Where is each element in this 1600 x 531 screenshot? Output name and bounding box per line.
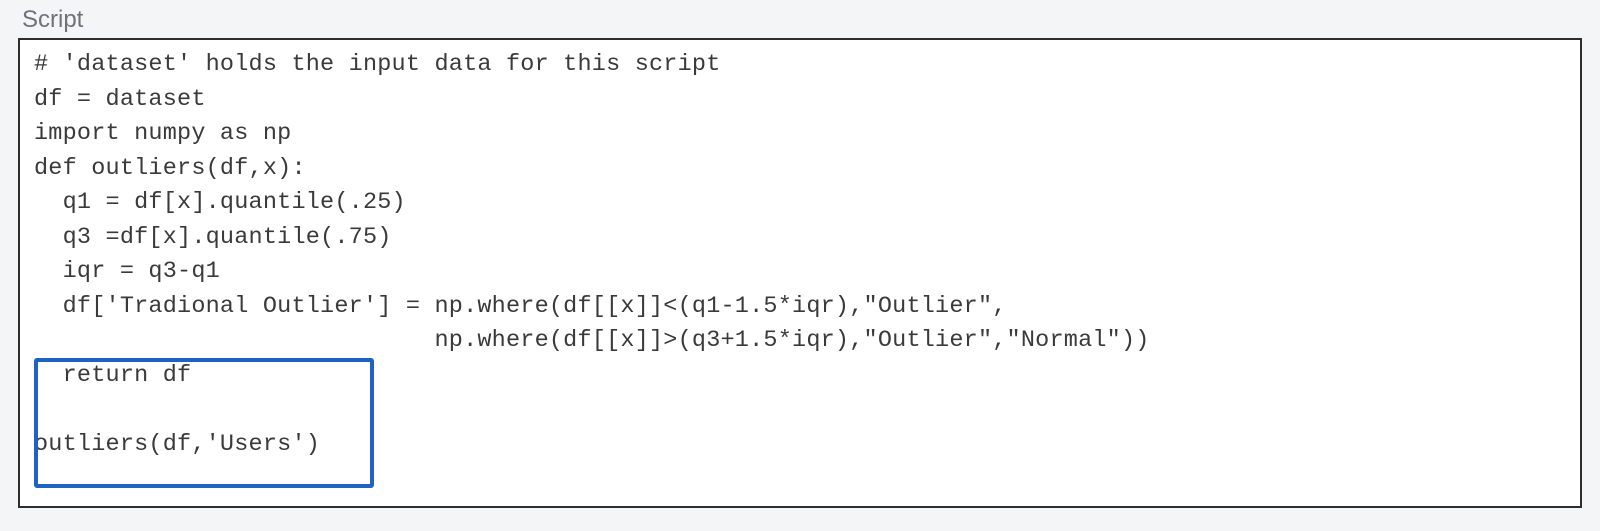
code-line[interactable]: q3 =df[x].quantile(.75)	[34, 224, 392, 251]
code-line[interactable]: np.where(df[[x]]>(q3+1.5*iqr),"Outlier",…	[34, 327, 1150, 354]
code-line[interactable]: q1 = df[x].quantile(.25)	[34, 189, 406, 216]
code-line[interactable]: df = dataset	[34, 86, 206, 113]
script-editor[interactable]: # 'dataset' holds the input data for thi…	[18, 38, 1582, 508]
code-line[interactable]: return df	[34, 362, 191, 389]
code-line[interactable]: outliers(df,'Users')	[34, 431, 320, 458]
script-code[interactable]: # 'dataset' holds the input data for thi…	[34, 48, 1566, 462]
code-line[interactable]: # 'dataset' holds the input data for thi…	[34, 51, 721, 78]
code-line[interactable]: def outliers(df,x):	[34, 155, 306, 182]
panel-label: Script	[22, 6, 1582, 34]
code-line[interactable]: import numpy as np	[34, 120, 291, 147]
script-panel: Script # 'dataset' holds the input data …	[0, 0, 1600, 531]
code-line[interactable]: df['Tradional Outlier'] = np.where(df[[x…	[34, 293, 1007, 320]
code-line[interactable]: iqr = q3-q1	[34, 258, 220, 285]
